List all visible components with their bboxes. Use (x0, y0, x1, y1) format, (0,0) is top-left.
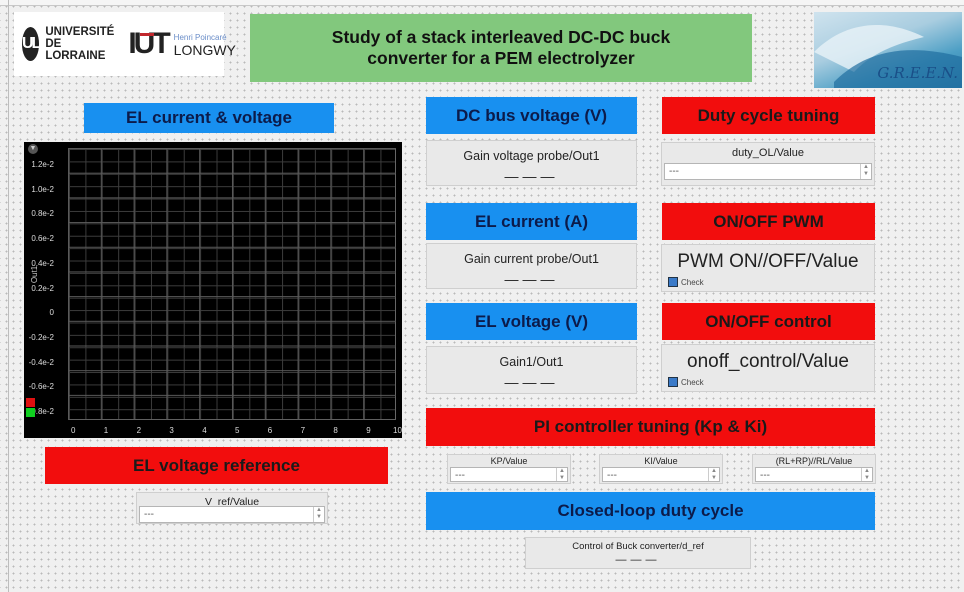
kp-control: KP/Value --- ▲ ▼ (447, 454, 571, 484)
spinner-icon[interactable]: ▲ ▼ (313, 507, 324, 522)
scope-grid-major (68, 148, 396, 420)
elcurrent-display: Gain current probe/Out1 ——— (426, 243, 637, 289)
closedloop-label: Control of Buck converter/d_ref (572, 541, 704, 552)
pwm-control: PWM ON//OFF/Value Check (661, 244, 875, 292)
y-tick-label: 0.4e-2 (31, 258, 54, 268)
y-tick-label: 0.6e-2 (31, 234, 54, 244)
elcurrent-header: EL current (A) (426, 203, 637, 240)
y-tick-label: 0.8e-2 (31, 209, 54, 219)
univ-line2: DE LORRAINE (45, 38, 106, 62)
duty-control: duty_OL/Value --- ▲ ▼ (661, 142, 875, 186)
elvoltage-value: ——— (504, 374, 559, 390)
closedloop-display: Control of Buck converter/d_ref ——— (525, 537, 751, 569)
vref-header: EL voltage reference (45, 447, 388, 484)
ki-label: KI/Value (644, 456, 678, 466)
univ-line1: UNIVERSITÉ (45, 26, 115, 38)
dcbus-display: Gain voltage probe/Out1 ——— (426, 140, 637, 186)
page-title: Study of a stack interleaved DC-DC buck … (250, 14, 752, 82)
x-tick-label: 8 (333, 426, 338, 435)
ki-input[interactable]: --- ▲ ▼ (602, 467, 720, 482)
y-tick-label: -0.4e-2 (28, 357, 54, 367)
rl-control: (RL+RP)//RL/Value --- ▲ ▼ (752, 454, 876, 484)
pwm-label: PWM ON//OFF/Value (677, 251, 859, 272)
ki-control: KI/Value --- ▲ ▼ (599, 454, 723, 484)
rl-label: (RL+RP)//RL/Value (775, 456, 853, 466)
elcurrent-value: ——— (504, 271, 559, 287)
y-tick-label: 1.0e-2 (31, 184, 54, 194)
x-tick-label: 6 (267, 426, 273, 435)
universite-lorraine-logo: UL UNIVERSITÉ DE LORRAINE IUT Henri Poin… (14, 12, 236, 76)
green-logo-text: G.R.E.E.N. (877, 64, 958, 82)
onoff-label: onoff_control/Value (687, 351, 849, 372)
legend-green-swatch (26, 408, 35, 417)
duty-header: Duty cycle tuning (662, 97, 875, 134)
dcbus-header: DC bus voltage (V) (426, 97, 637, 134)
y-tick-label: 0.2e-2 (31, 283, 54, 293)
scope-header: EL current & voltage (84, 103, 334, 133)
iut-logo-text: IUT (128, 27, 170, 60)
x-tick-label: 0 (71, 426, 76, 435)
vref-control: V_ref/Value --- ▲ ▼ (136, 492, 328, 524)
x-tick-label: 3 (169, 426, 174, 435)
legend-red-swatch (26, 398, 35, 407)
spinner-icon[interactable]: ▲ ▼ (708, 468, 719, 481)
kp-label: KP/Value (490, 456, 528, 466)
y-tick-label: 1.2e-2 (31, 160, 54, 169)
spinner-icon[interactable]: ▲ ▼ (556, 468, 567, 481)
spinner-icon[interactable]: ▲ ▼ (860, 164, 871, 179)
onoff-header: ON/OFF control (662, 303, 875, 340)
closedloop-value: ——— (615, 554, 661, 566)
scope-menu-icon[interactable]: ▼ (28, 144, 38, 154)
duty-input[interactable]: --- ▲ ▼ (664, 163, 872, 180)
x-tick-label: 2 (136, 426, 142, 435)
dcbus-value: ——— (504, 168, 559, 184)
x-tick-label: 7 (300, 426, 306, 435)
elvoltage-header: EL voltage (V) (426, 303, 637, 340)
onoff-checkbox[interactable]: Check (668, 377, 704, 387)
pwm-header: ON/OFF PWM (662, 203, 875, 240)
scope-plot[interactable]: ▼ Out1 1.2e-2 1.0e-2 0.8e-2 0.6e-2 0.4e-2 0.2… (24, 142, 402, 438)
dcbus-label: Gain voltage probe/Out1 (463, 149, 600, 163)
y-tick-label: 0 (49, 308, 54, 318)
vref-input[interactable]: --- ▲ ▼ (139, 506, 325, 523)
elvoltage-label: Gain1/Out1 (499, 355, 564, 369)
scope-ylabel: Out1 (30, 265, 40, 284)
checkbox-icon[interactable] (668, 277, 678, 287)
x-tick-label: 4 (202, 426, 207, 435)
ul-emblem-icon: UL (22, 27, 41, 61)
pwm-checkbox[interactable]: Check (668, 277, 704, 287)
spinner-icon[interactable]: ▲ ▼ (861, 468, 872, 481)
y-tick-label: -0.6e-2 (28, 382, 54, 392)
x-tick-label: 1 (103, 426, 109, 435)
longwy-text: LONGWY (173, 42, 236, 58)
x-tick-label: 9 (366, 426, 371, 435)
rl-input[interactable]: --- ▲ ▼ (755, 467, 873, 482)
onoff-control: onoff_control/Value Check (661, 344, 875, 392)
duty-label: duty_OL/Value (732, 147, 804, 159)
green-lab-logo: G.R.E.E.N. (814, 12, 962, 88)
pi-header: PI controller tuning (Kp & Ki) (426, 408, 875, 446)
x-tick-label: 10 (393, 426, 402, 435)
x-tick-label: 5 (235, 426, 240, 435)
kp-input[interactable]: --- ▲ ▼ (450, 467, 568, 482)
elvoltage-display: Gain1/Out1 ——— (426, 346, 637, 394)
closedloop-header: Closed-loop duty cycle (426, 492, 875, 530)
checkbox-icon[interactable] (668, 377, 678, 387)
elcurrent-label: Gain current probe/Out1 (464, 252, 599, 266)
y-tick-label: -0.2e-2 (28, 332, 54, 342)
